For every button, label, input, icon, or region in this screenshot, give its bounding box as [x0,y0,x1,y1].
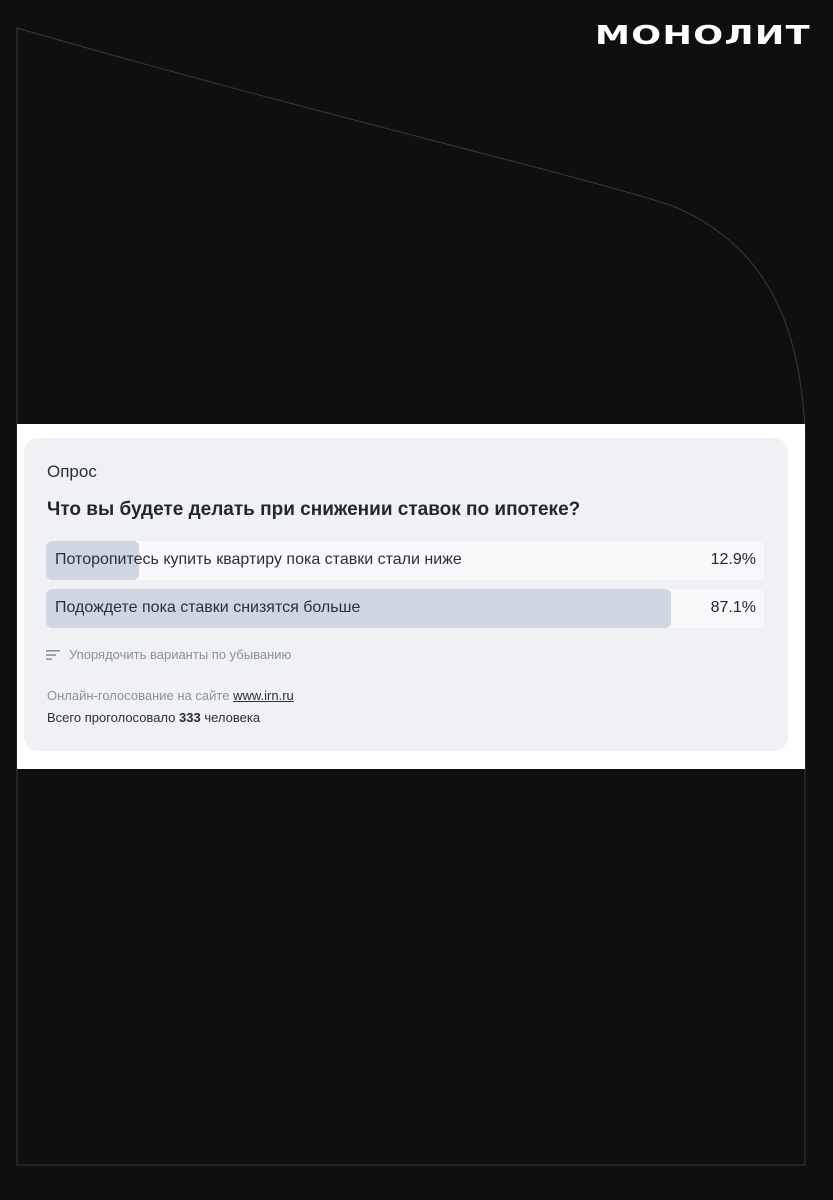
sort-options-button[interactable]: Упорядочить варианты по убыванию [46,647,291,662]
poll-question: Что вы будете делать при снижении ставок… [47,499,581,520]
total-votes: Всего проголосовало 333 человека [47,710,260,725]
sort-lines-icon [46,649,60,660]
poll-card: Опрос Что вы будете делать при снижении … [24,438,788,751]
poll-option-1-percent: 12.9% [710,551,756,568]
total-votes-prefix: Всего проголосовало [47,710,176,725]
poll-option-2-text: Подождете пока ставки снизятся больше [55,599,361,616]
site-link[interactable]: www.irn.ru [233,688,294,703]
poll-option-2-percent: 87.1% [710,599,756,616]
total-votes-suffix: человека [204,710,261,725]
poll-label: Опрос [47,462,97,481]
total-votes-count: 333 [179,710,201,725]
online-voting-text: Онлайн-голосование на сайте [47,688,230,703]
sort-options-label: Упорядочить варианты по убыванию [69,647,292,662]
online-voting-note: Онлайн-голосование на сайте www.irn.ru [47,688,294,703]
brand-logo: МОНОЛИТ [595,21,811,51]
poll-option-1[interactable]: Поторопитесь купить квартиру пока ставки… [46,541,764,580]
poll-option-2[interactable]: Подождете пока ставки снизятся больше 87… [46,589,764,628]
poll-option-1-text: Поторопитесь купить квартиру пока ставки… [55,551,462,568]
